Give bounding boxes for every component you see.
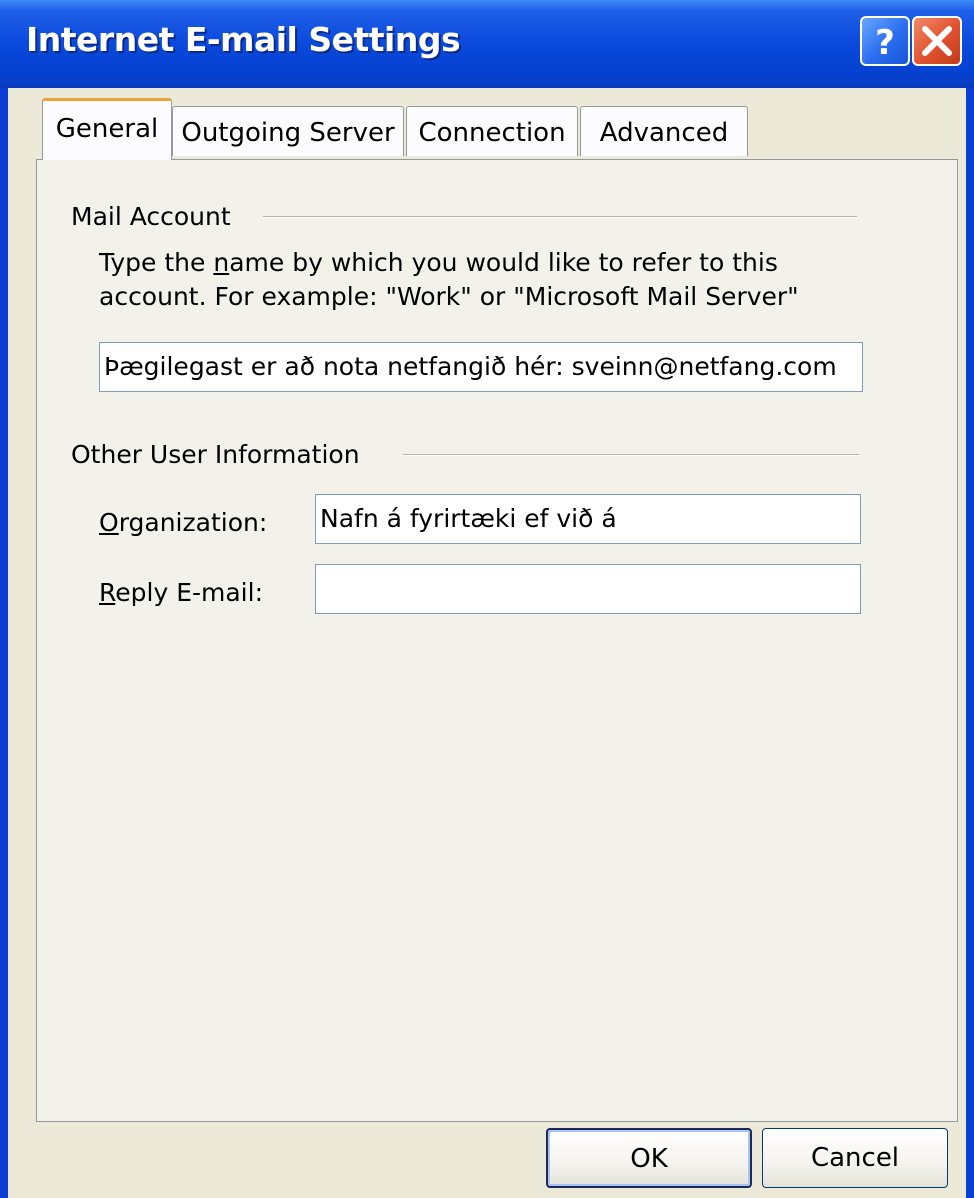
dialog-client-area: General Outgoing Server Connection Advan…: [8, 88, 966, 1198]
tab-advanced-label: Advanced: [599, 118, 729, 148]
tab-general-label: General: [55, 114, 159, 144]
window-title: Internet E-mail Settings: [26, 20, 461, 59]
help-button[interactable]: ?: [860, 16, 910, 66]
organization-accelerator: O: [99, 508, 119, 537]
tab-connection[interactable]: Connection: [406, 106, 578, 156]
tab-outgoing-server[interactable]: Outgoing Server: [172, 106, 404, 156]
other-user-info-divider: [403, 454, 859, 456]
organization-label-text: rganization:: [118, 508, 268, 537]
mail-account-description-line2: account. For example: "Work" or "Microso…: [99, 282, 799, 311]
mail-account-group-title: Mail Account: [71, 202, 231, 231]
tab-advanced[interactable]: Advanced: [580, 106, 748, 156]
mail-account-description-line1: Type the name by which you would like to…: [99, 246, 778, 280]
dialog-window: Internet E-mail Settings ? General Outgo…: [0, 0, 974, 1198]
organization-label: Organization:: [99, 508, 267, 537]
organization-input[interactable]: Nafn á fyrirtæki ef við á: [315, 494, 861, 544]
reply-email-label: Reply E-mail:: [99, 578, 263, 607]
tab-general[interactable]: General: [42, 98, 172, 160]
other-user-info-group-title: Other User Information: [71, 440, 360, 469]
ok-button[interactable]: OK: [546, 1128, 752, 1188]
title-bar[interactable]: Internet E-mail Settings ?: [0, 0, 974, 88]
cancel-button-label: Cancel: [810, 1143, 900, 1173]
tab-connection-label: Connection: [418, 118, 566, 148]
description-text-rest: ame by which you would like to refer to …: [229, 248, 778, 277]
description-text: Type the: [99, 248, 214, 277]
reply-email-accelerator: R: [99, 578, 116, 607]
close-button[interactable]: [912, 16, 962, 66]
svg-text:?: ?: [875, 23, 895, 63]
name-accelerator: n: [213, 248, 230, 277]
account-name-input[interactable]: Þægilegast er að nota netfangið hér: sve…: [99, 342, 863, 392]
mail-account-divider: [263, 216, 857, 218]
tab-outgoing-server-label: Outgoing Server: [181, 118, 395, 148]
question-mark-icon: ?: [875, 23, 895, 63]
tab-panel-general: Mail Account Type the name by which you …: [36, 159, 958, 1122]
ok-button-label: OK: [630, 1144, 668, 1174]
reply-email-input[interactable]: [315, 564, 861, 614]
cancel-button[interactable]: Cancel: [762, 1128, 948, 1188]
reply-email-label-text: eply E-mail:: [115, 578, 263, 607]
close-x-icon: [922, 26, 952, 56]
